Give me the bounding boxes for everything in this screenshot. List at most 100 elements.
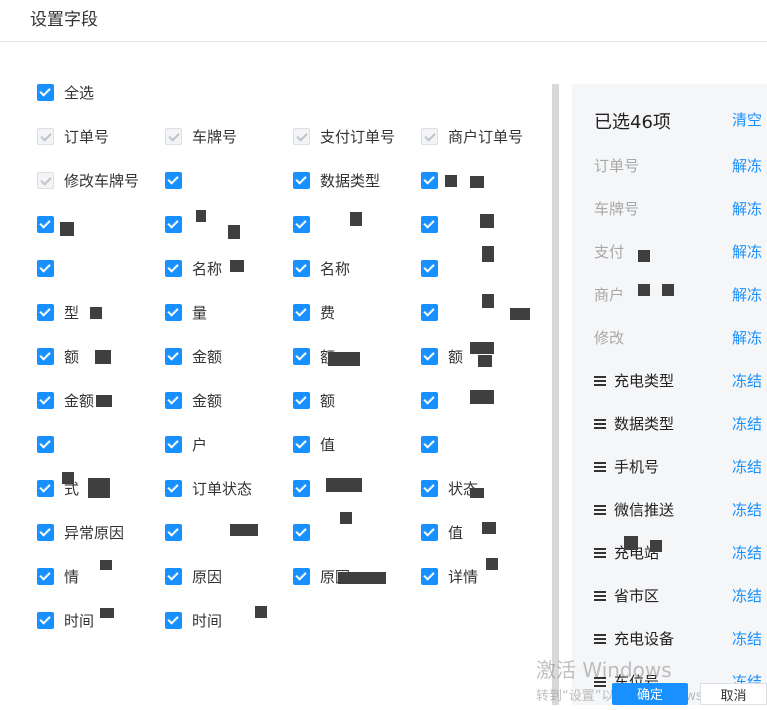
field-checkbox-item[interactable]: 名称 (293, 258, 421, 280)
field-checkbox-item[interactable] (37, 214, 165, 236)
selected-field-row[interactable]: 充电站 冻结 (572, 541, 767, 565)
drag-handle-icon[interactable] (594, 677, 606, 687)
panel-scrollbar[interactable] (552, 84, 559, 705)
field-checkbox-item[interactable] (37, 434, 165, 456)
frozen-field-name: 车牌号 (594, 200, 640, 218)
field-checkbox-item[interactable]: 数据类型 (293, 170, 421, 192)
checkbox-icon[interactable] (165, 480, 182, 497)
checkbox-icon[interactable] (37, 436, 54, 453)
field-checkbox-item[interactable]: 异常原因 (37, 522, 165, 544)
field-checkbox-item[interactable] (165, 522, 293, 544)
checkbox-icon[interactable] (165, 172, 182, 189)
checkbox-icon[interactable] (293, 216, 310, 233)
selected-field-row[interactable]: 充电设备 冻结 (572, 627, 767, 651)
field-checkbox-item[interactable]: 户 (165, 434, 293, 456)
checkbox-icon[interactable] (421, 216, 438, 233)
field-checkbox-item[interactable]: 金额 (165, 346, 293, 368)
checkbox-icon[interactable] (165, 216, 182, 233)
freeze-button[interactable]: 冻结 (732, 541, 762, 565)
unfreeze-button[interactable]: 解冻 (732, 197, 762, 221)
drag-handle-icon[interactable] (594, 634, 606, 644)
checkbox-icon[interactable] (37, 216, 54, 233)
checkbox-icon[interactable] (421, 392, 438, 409)
field-checkbox-item[interactable]: 时间 (165, 610, 293, 632)
selected-field-row[interactable]: 数据类型 冻结 (572, 412, 767, 436)
drag-handle-icon[interactable] (594, 462, 606, 472)
field-checkbox-item[interactable] (421, 170, 549, 192)
unfreeze-button[interactable]: 解冻 (732, 283, 762, 307)
checkbox-icon[interactable] (37, 480, 54, 497)
checkbox-icon[interactable] (421, 524, 438, 541)
field-checkbox-item[interactable]: 状态 (421, 478, 549, 500)
checkbox-icon[interactable] (293, 260, 310, 277)
drag-handle-icon[interactable] (594, 591, 606, 601)
drag-handle-icon[interactable] (594, 505, 606, 515)
unfreeze-button[interactable]: 解冻 (732, 326, 762, 350)
field-checkbox-item[interactable]: 量 (165, 302, 293, 324)
unfreeze-button[interactable]: 解冻 (732, 154, 762, 178)
checkbox-icon[interactable] (293, 304, 310, 321)
checkbox-icon[interactable] (37, 304, 54, 321)
checkbox-icon[interactable] (421, 260, 438, 277)
checkbox-icon[interactable] (37, 612, 54, 629)
freeze-button[interactable]: 冻结 (732, 584, 762, 608)
checkbox-icon[interactable] (37, 348, 54, 365)
checkbox-icon[interactable] (165, 436, 182, 453)
checkbox-icon[interactable] (421, 304, 438, 321)
frozen-field-name: 修改 (594, 329, 625, 347)
drag-handle-icon[interactable] (594, 419, 606, 429)
field-checkbox-item[interactable]: 值 (293, 434, 421, 456)
checkbox-icon[interactable] (421, 480, 438, 497)
checkbox-icon[interactable] (37, 260, 54, 277)
selected-field-row[interactable]: 手机号 冻结 (572, 455, 767, 479)
freeze-button[interactable]: 冻结 (732, 412, 762, 436)
selected-field-row[interactable]: 充电类型 冻结 (572, 369, 767, 393)
checkbox-icon[interactable] (293, 568, 310, 585)
clear-button[interactable]: 清空 (732, 109, 762, 130)
checkbox-icon[interactable] (165, 348, 182, 365)
field-checkbox-item[interactable]: 名称 (165, 258, 293, 280)
select-all-checkbox[interactable]: 全选 (37, 82, 157, 104)
freeze-button[interactable]: 冻结 (732, 455, 762, 479)
checkbox-icon[interactable] (421, 436, 438, 453)
checkbox-icon[interactable] (293, 480, 310, 497)
selected-field-row[interactable]: 微信推送 冻结 (572, 498, 767, 522)
field-checkbox-item[interactable]: 费 (293, 302, 421, 324)
checkbox-icon[interactable] (165, 304, 182, 321)
checkbox-icon[interactable] (421, 568, 438, 585)
field-checkbox-item[interactable] (165, 170, 293, 192)
field-checkbox-item[interactable]: 详情 (421, 566, 549, 588)
checkbox-icon[interactable] (293, 172, 310, 189)
checkbox-icon[interactable] (37, 392, 54, 409)
freeze-button[interactable]: 冻结 (732, 369, 762, 393)
field-checkbox-item[interactable] (421, 434, 549, 456)
checkbox-icon[interactable] (421, 348, 438, 365)
freeze-button[interactable]: 冻结 (732, 627, 762, 651)
field-checkbox-item[interactable] (293, 522, 421, 544)
checkbox-icon[interactable] (37, 524, 54, 541)
drag-handle-icon[interactable] (594, 548, 606, 558)
checkbox-icon[interactable] (293, 524, 310, 541)
checkbox-icon[interactable] (293, 436, 310, 453)
unfreeze-button[interactable]: 解冻 (732, 240, 762, 264)
field-checkbox-item[interactable]: 原因 (165, 566, 293, 588)
checkbox-icon[interactable] (37, 84, 54, 101)
field-checkbox-item[interactable]: 额 (293, 390, 421, 412)
checkbox-icon[interactable] (293, 348, 310, 365)
checkbox-icon[interactable] (293, 392, 310, 409)
field-checkbox-item[interactable] (37, 258, 165, 280)
cancel-button[interactable]: 取消 (700, 683, 767, 705)
selected-field-row[interactable]: 省市区 冻结 (572, 584, 767, 608)
checkbox-icon[interactable] (165, 260, 182, 277)
checkbox-icon[interactable] (421, 172, 438, 189)
field-checkbox-item[interactable]: 订单状态 (165, 478, 293, 500)
checkbox-icon[interactable] (165, 392, 182, 409)
drag-handle-icon[interactable] (594, 376, 606, 386)
freeze-button[interactable]: 冻结 (732, 498, 762, 522)
checkbox-icon[interactable] (165, 524, 182, 541)
confirm-button[interactable]: 确定 (612, 683, 688, 705)
checkbox-icon[interactable] (37, 568, 54, 585)
checkbox-icon[interactable] (165, 612, 182, 629)
checkbox-icon[interactable] (165, 568, 182, 585)
field-checkbox-item[interactable]: 金额 (165, 390, 293, 412)
